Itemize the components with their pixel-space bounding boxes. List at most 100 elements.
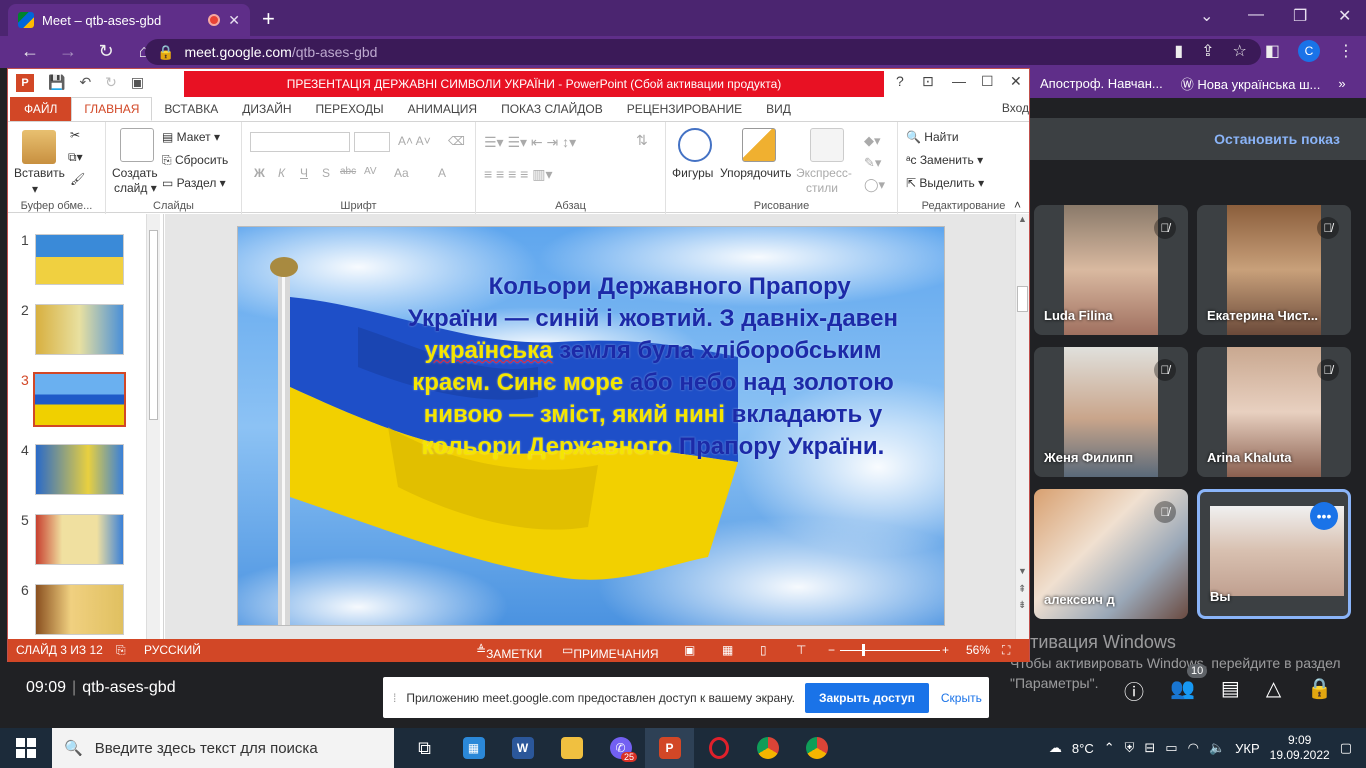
word-icon[interactable]: W xyxy=(498,728,547,768)
bookmark-item[interactable]: Апостроф. Навчан... xyxy=(1040,76,1163,91)
back-icon[interactable]: ← xyxy=(14,41,46,62)
more-bookmarks-icon[interactable]: » xyxy=(1338,76,1345,91)
slide-thumbnail[interactable] xyxy=(35,444,124,495)
reload-icon[interactable]: ↻ xyxy=(90,41,122,62)
participant-tile[interactable]: 🎙̸ Arina Khaluta xyxy=(1197,347,1351,477)
save-icon[interactable]: 💾 xyxy=(48,74,65,92)
quick-styles-label[interactable]: Экспресс- xyxy=(796,166,852,180)
store-icon[interactable]: ▦ xyxy=(449,728,498,768)
reset-button[interactable]: ⎘ Сбросить xyxy=(162,153,228,168)
windows-start-icon[interactable] xyxy=(16,738,36,758)
close-window-button[interactable]: ✕ xyxy=(1338,6,1351,26)
ppt-close-button[interactable]: ✕ xyxy=(1010,73,1022,90)
battery-icon[interactable]: ▭ xyxy=(1165,740,1177,756)
normal-view-icon[interactable]: ▣ xyxy=(684,643,695,657)
shadow-button[interactable]: S xyxy=(322,166,330,180)
font-name-input[interactable] xyxy=(250,132,350,152)
host-controls-icon[interactable]: 🔒 xyxy=(1307,676,1332,705)
address-bar[interactable]: 🔒 meet.google.com/qtb-ases-gbd xyxy=(145,39,1261,65)
ppt-maximize-button[interactable]: ☐ xyxy=(981,73,994,90)
shape-fill-icons[interactable]: ◆▾ ✎▾ ◯▾ xyxy=(864,130,885,196)
people-icon[interactable]: 👥 xyxy=(1170,676,1195,705)
previous-slide-icon[interactable]: ⇞ xyxy=(1018,584,1026,595)
drag-handle-icon[interactable]: ⁞ xyxy=(393,691,396,705)
redo-icon[interactable]: ↻ xyxy=(105,74,117,92)
help-button[interactable]: ? xyxy=(896,73,904,89)
arrange-icon[interactable] xyxy=(742,128,776,162)
ppt-minimize-button[interactable]: — xyxy=(952,73,966,89)
section-button[interactable]: ▭ Раздел ▾ xyxy=(162,176,226,190)
slideshow-view-icon[interactable]: ⊤ xyxy=(796,643,806,657)
viber-icon[interactable]: ✆ 25 xyxy=(596,728,645,768)
activities-icon[interactable]: △ xyxy=(1266,676,1281,705)
opera-icon[interactable] xyxy=(694,728,743,768)
zoom-in-icon[interactable]: + xyxy=(942,643,949,657)
thumbnails-scroll-thumb[interactable] xyxy=(149,230,158,420)
undo-icon[interactable]: ↶ xyxy=(79,74,91,92)
scroll-down-icon[interactable]: ▼ xyxy=(1018,566,1027,576)
slide-thumbnail[interactable] xyxy=(35,514,124,565)
hide-banner-button[interactable]: Скрыть xyxy=(941,691,982,705)
sign-in-link[interactable]: Вход xyxy=(1002,101,1029,115)
shapes-icon[interactable] xyxy=(678,128,712,162)
tab-design[interactable]: ДИЗАЙН xyxy=(230,97,303,121)
close-tab-icon[interactable]: ✕ xyxy=(228,12,240,29)
stop-presenting-button[interactable]: Остановить показ xyxy=(1030,118,1366,160)
slide-thumbnail-selected[interactable] xyxy=(33,372,126,427)
bookmark-item[interactable]: Ⓦ Нова українська ш... xyxy=(1181,74,1321,93)
spelling-icon[interactable]: ⎘ xyxy=(116,643,126,658)
bookmark-star-icon[interactable]: ☆ xyxy=(1233,41,1247,61)
taskbar-clock[interactable]: 9:09 19.09.2022 xyxy=(1270,733,1330,763)
new-slide-label-2[interactable]: слайд ▾ xyxy=(114,181,157,195)
layout-button[interactable]: ▤ Макет ▾ xyxy=(162,130,220,144)
change-case-button[interactable]: Aa xyxy=(394,166,409,180)
zoom-slider-thumb[interactable] xyxy=(862,644,865,656)
tab-animations[interactable]: АНИМАЦИЯ xyxy=(396,97,489,121)
select-button[interactable]: ⇱ Выделить ▾ xyxy=(906,176,984,190)
char-spacing-button[interactable]: AV xyxy=(364,166,377,177)
forward-icon[interactable]: → xyxy=(52,41,84,62)
tab-home[interactable]: ГЛАВНАЯ xyxy=(71,97,153,121)
participant-tile[interactable]: 🎙̸ Екатерина Чист... xyxy=(1197,205,1351,335)
font-color-button[interactable]: A xyxy=(438,166,446,180)
share-icon[interactable]: ⇪ xyxy=(1201,41,1214,61)
ribbon-display-icon[interactable]: ⊡ xyxy=(922,73,934,90)
tab-file[interactable]: ФАЙЛ xyxy=(10,97,72,121)
new-tab-button[interactable]: + xyxy=(262,6,275,32)
task-view-icon[interactable]: ⧉ xyxy=(400,728,449,768)
text-direction-icon[interactable]: ⇅ xyxy=(636,132,648,149)
maximize-window-button[interactable]: ❐ xyxy=(1293,6,1307,26)
participant-tile[interactable]: 🎙̸ Женя Филипп xyxy=(1034,347,1188,477)
security-icon[interactable]: ⛨ xyxy=(1125,740,1135,756)
stop-sharing-button[interactable]: Закрыть доступ xyxy=(804,682,929,713)
paste-button[interactable]: Вставить xyxy=(14,166,65,180)
volume-icon[interactable]: 🔈 xyxy=(1209,740,1225,756)
notes-button[interactable]: ≜ ЗАМЕТКИ xyxy=(476,643,542,661)
more-options-icon[interactable]: ••• xyxy=(1310,502,1338,530)
participant-tile[interactable]: 🎙̸ алексеич д xyxy=(1034,489,1188,619)
italic-button[interactable]: К xyxy=(278,166,285,180)
find-button[interactable]: 🔍 Найти xyxy=(906,130,959,144)
strikethrough-button[interactable]: abc xyxy=(340,166,356,177)
tab-insert[interactable]: ВСТАВКА xyxy=(152,97,230,121)
bullets-icon[interactable]: ☰▾ ☰▾ ⇤ ⇥ ↕▾ xyxy=(484,134,576,151)
start-slideshow-icon[interactable]: ▣ xyxy=(131,74,144,92)
arrange-button[interactable]: Упорядочить xyxy=(720,166,791,180)
paste-icon[interactable] xyxy=(22,130,56,164)
new-slide-label[interactable]: Создать xyxy=(112,166,158,180)
slide-scrollbar[interactable]: ▲ ▼ ⇞ ⇟ xyxy=(1015,214,1029,639)
shapes-button[interactable]: Фигуры xyxy=(672,166,713,180)
menu-icon[interactable]: ⋮ xyxy=(1338,41,1354,61)
underline-button[interactable]: Ч xyxy=(300,166,308,180)
network-icon[interactable]: ⊟ xyxy=(1144,740,1155,756)
increase-font-icon[interactable]: A˄ A˅ xyxy=(398,134,431,148)
next-slide-icon[interactable]: ⇟ xyxy=(1018,600,1026,611)
paste-dropdown-icon[interactable]: ▾ xyxy=(32,182,38,196)
tab-review[interactable]: РЕЦЕНЗИРОВАНИЕ xyxy=(615,97,754,121)
align-icons[interactable]: ≡ ≡ ≡ ≡ ▥▾ xyxy=(484,166,553,183)
file-explorer-icon[interactable] xyxy=(547,728,596,768)
chrome-profile-icon[interactable] xyxy=(792,728,841,768)
notifications-icon[interactable]: ▢ xyxy=(1340,740,1352,756)
current-slide[interactable]: Кольори Державного Прапору України — син… xyxy=(237,226,945,626)
collapse-ribbon-icon[interactable]: ˄ xyxy=(1014,198,1021,212)
